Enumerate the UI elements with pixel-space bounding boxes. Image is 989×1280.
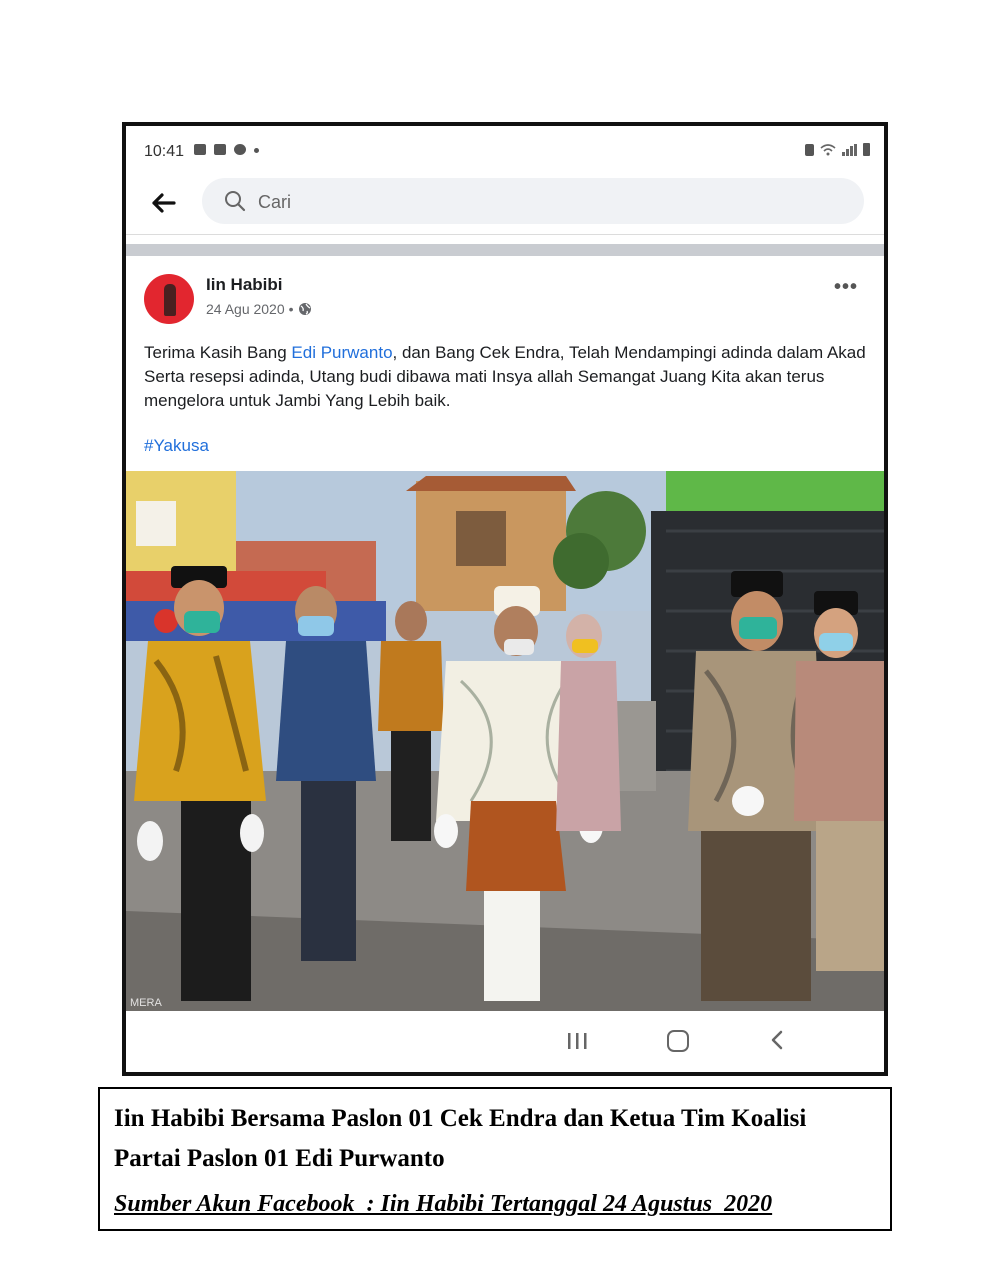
mention-link[interactable]: Edi Purwanto (291, 343, 392, 362)
signal-icon (842, 144, 857, 156)
arrow-left-icon[interactable] (148, 188, 178, 218)
divider (126, 234, 884, 235)
globe-icon (298, 303, 311, 315)
more-notifications-icon (254, 148, 259, 153)
post-meta: 24 Agu 2020 • (206, 301, 312, 317)
search-input[interactable] (256, 188, 820, 216)
post-text: Terima Kasih Bang Edi Purwanto, dan Bang… (144, 341, 872, 413)
search-icon (225, 191, 246, 212)
android-nav-bar (126, 1011, 884, 1072)
caption-title: Iin Habibi Bersama Paslon 01 Cek Endra d… (114, 1105, 807, 1172)
system-icons (805, 143, 870, 156)
alarm-icon (805, 144, 814, 156)
recent-apps-icon[interactable] (566, 1031, 590, 1051)
post-author[interactable]: Iin Habibi (206, 275, 283, 295)
feed-separator (126, 244, 884, 256)
caption-box: Iin Habibi Bersama Paslon 01 Cek Endra d… (98, 1087, 892, 1231)
caption-source: Sumber Akun Facebook : Iin Habibi Tertan… (114, 1191, 773, 1217)
hashtag-line: #Yakusa (144, 436, 209, 456)
post-text-start: Terima Kasih Bang (144, 343, 292, 362)
avatar[interactable] (144, 274, 194, 324)
hashtag-link[interactable]: #Yakusa (144, 436, 209, 455)
post-date[interactable]: 24 Agu 2020 (206, 301, 285, 317)
search-row (126, 176, 884, 234)
post-photo[interactable]: MERA (126, 471, 884, 1011)
photo-watermark: MERA (130, 997, 162, 1009)
app-notification-icon (214, 144, 226, 155)
notification-icons (194, 144, 259, 155)
status-time: 10:41 (144, 143, 185, 160)
battery-icon (863, 143, 870, 156)
nav-back-icon[interactable] (770, 1029, 784, 1051)
facebook-screenshot: 10:41 Cari Iin Habibi 24 Agu 2020 • ••• … (122, 122, 888, 1076)
home-icon[interactable] (667, 1030, 689, 1052)
wedding-procession-photo (126, 471, 884, 1011)
meta-separator: • (288, 301, 294, 317)
search-bar[interactable] (202, 178, 864, 224)
more-icon[interactable]: ••• (834, 276, 858, 299)
status-bar: 10:41 (126, 126, 884, 176)
chrome-notification-icon (234, 144, 246, 155)
image-notification-icon (194, 144, 206, 155)
wifi-icon (820, 144, 836, 156)
woman-pink-dress (556, 614, 621, 831)
post-header: Iin Habibi 24 Agu 2020 • ••• (126, 256, 884, 336)
